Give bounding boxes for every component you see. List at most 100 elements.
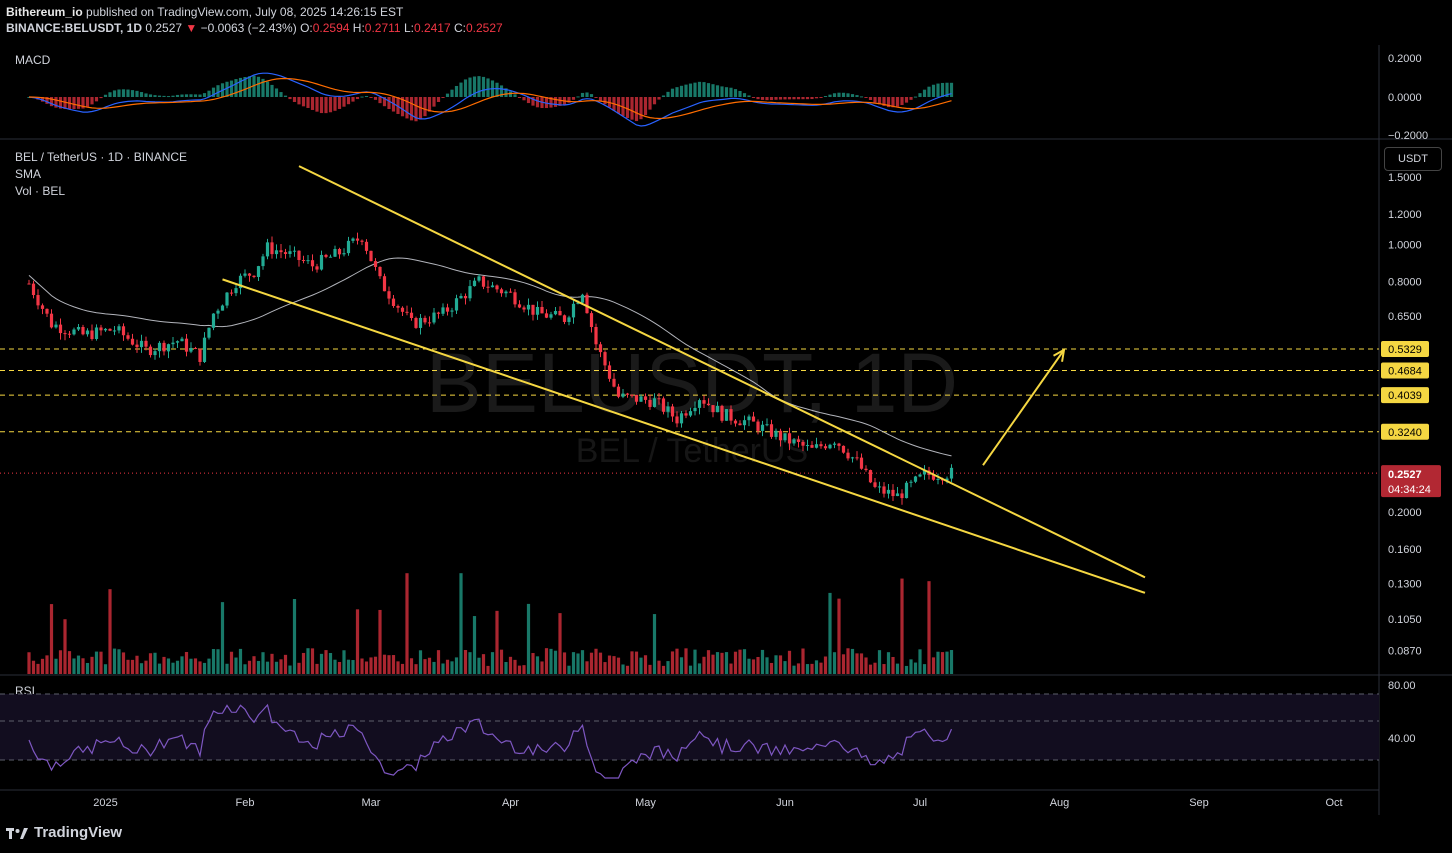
tradingview-logo-icon xyxy=(6,827,28,839)
candle-body xyxy=(184,338,189,352)
candle-body xyxy=(297,250,301,261)
candle-body xyxy=(243,273,247,276)
volume-bar xyxy=(351,660,355,674)
volume-bar xyxy=(495,610,499,674)
candle-body xyxy=(526,304,531,310)
macd-histogram-bar xyxy=(423,97,427,117)
candle-body xyxy=(805,445,810,447)
volume-bar xyxy=(270,653,274,674)
volume-bar xyxy=(936,651,940,674)
candle-body xyxy=(877,486,882,488)
volume-bar xyxy=(544,648,549,674)
candle-body xyxy=(463,295,468,299)
projection-arrow-line xyxy=(982,349,1065,466)
macd-histogram-bar xyxy=(787,97,792,100)
candle-body xyxy=(814,444,819,448)
volume-bar xyxy=(256,660,261,674)
level-label: 0.4039 xyxy=(1388,390,1422,402)
candle-body xyxy=(540,306,544,314)
candle-body xyxy=(198,348,202,362)
brand-label: TradingView xyxy=(34,824,123,841)
candle-body xyxy=(720,405,724,421)
macd-histogram-bar xyxy=(477,76,481,97)
volume-bar xyxy=(940,652,945,674)
macd-histogram-bar xyxy=(868,97,873,100)
volume-bar xyxy=(360,658,364,674)
volume-bar xyxy=(171,662,175,674)
candle-body xyxy=(157,342,162,352)
macd-histogram-bar xyxy=(274,88,279,97)
macd-histogram-bar xyxy=(144,93,148,97)
macd-histogram-bar xyxy=(576,96,580,98)
candle-body xyxy=(211,313,216,328)
volume-bar xyxy=(949,650,954,674)
candle-body xyxy=(400,307,405,312)
footer-brand[interactable]: TradingView xyxy=(6,824,122,841)
volume-bar xyxy=(769,662,774,674)
macd-histogram-bar xyxy=(279,92,283,97)
macd-histogram-bar xyxy=(774,97,778,100)
candle-body xyxy=(423,317,427,323)
candle-body xyxy=(171,342,175,345)
candle-body xyxy=(76,326,81,330)
candle-body xyxy=(108,328,112,331)
time-axis-label: Sep xyxy=(1189,797,1209,809)
volume-bar xyxy=(688,665,693,674)
candle-body xyxy=(531,304,535,315)
macd-histogram-bar xyxy=(585,92,589,97)
candle-body xyxy=(702,400,706,404)
volume-bar xyxy=(931,657,936,674)
candle-body xyxy=(868,470,873,483)
volume-bar xyxy=(49,604,54,674)
macd-line xyxy=(28,72,952,127)
candle-body xyxy=(382,276,387,292)
candle-body xyxy=(234,288,238,294)
candle-body xyxy=(553,310,558,315)
macd-histogram-bar xyxy=(895,97,900,107)
volume-bar xyxy=(576,653,580,674)
macd-histogram-bar xyxy=(792,97,796,100)
volume-bar xyxy=(157,663,162,674)
chart-canvas[interactable]: BELUSDT, 1D BEL / TetherUS 0.5329 0.4684 0… xyxy=(0,0,1452,853)
time-axis-label: Aug xyxy=(1050,797,1070,809)
candle-body xyxy=(180,338,184,342)
volume-bar xyxy=(315,663,319,674)
volume-bar xyxy=(216,649,220,674)
macd-histogram-bar xyxy=(297,97,301,105)
volume-bar xyxy=(567,665,571,674)
candle-body xyxy=(441,307,445,314)
volume-bar xyxy=(162,656,166,674)
volume-bar xyxy=(297,662,301,674)
volume-bar xyxy=(625,665,630,674)
candle-body xyxy=(648,399,652,407)
macd-histogram-bar xyxy=(103,94,108,97)
macd-histogram-bar xyxy=(90,97,94,105)
volume-bar xyxy=(292,598,297,674)
volume-bar xyxy=(346,659,351,674)
volume-bar xyxy=(436,650,441,674)
volume-bar xyxy=(283,654,288,674)
volume-bar xyxy=(418,650,423,674)
macd-histogram-bar xyxy=(180,94,184,97)
candle-body xyxy=(580,294,585,303)
volume-bar xyxy=(774,655,778,674)
volume-bar xyxy=(432,661,436,674)
time-axis[interactable]: 2025 Feb Mar Apr May Jun Jul Aug Sep Oct xyxy=(93,797,1342,809)
volume-bar xyxy=(45,655,49,674)
time-axis-label: 2025 xyxy=(93,797,117,809)
candle-body xyxy=(270,242,274,255)
candle-body xyxy=(657,398,661,400)
candle-body xyxy=(94,327,99,339)
candle-body xyxy=(306,260,310,262)
candle-body xyxy=(144,340,148,347)
candle-body xyxy=(495,285,499,290)
candle-body xyxy=(490,285,495,288)
volume-bar xyxy=(396,661,400,674)
macd-histogram-bar xyxy=(72,97,76,110)
candle-body xyxy=(387,291,391,299)
volume-bar xyxy=(643,655,648,674)
macd-histogram-bar xyxy=(130,90,135,97)
volume-bar xyxy=(198,661,202,674)
volume-bar xyxy=(423,659,427,674)
macd-histogram-bar xyxy=(598,97,603,101)
